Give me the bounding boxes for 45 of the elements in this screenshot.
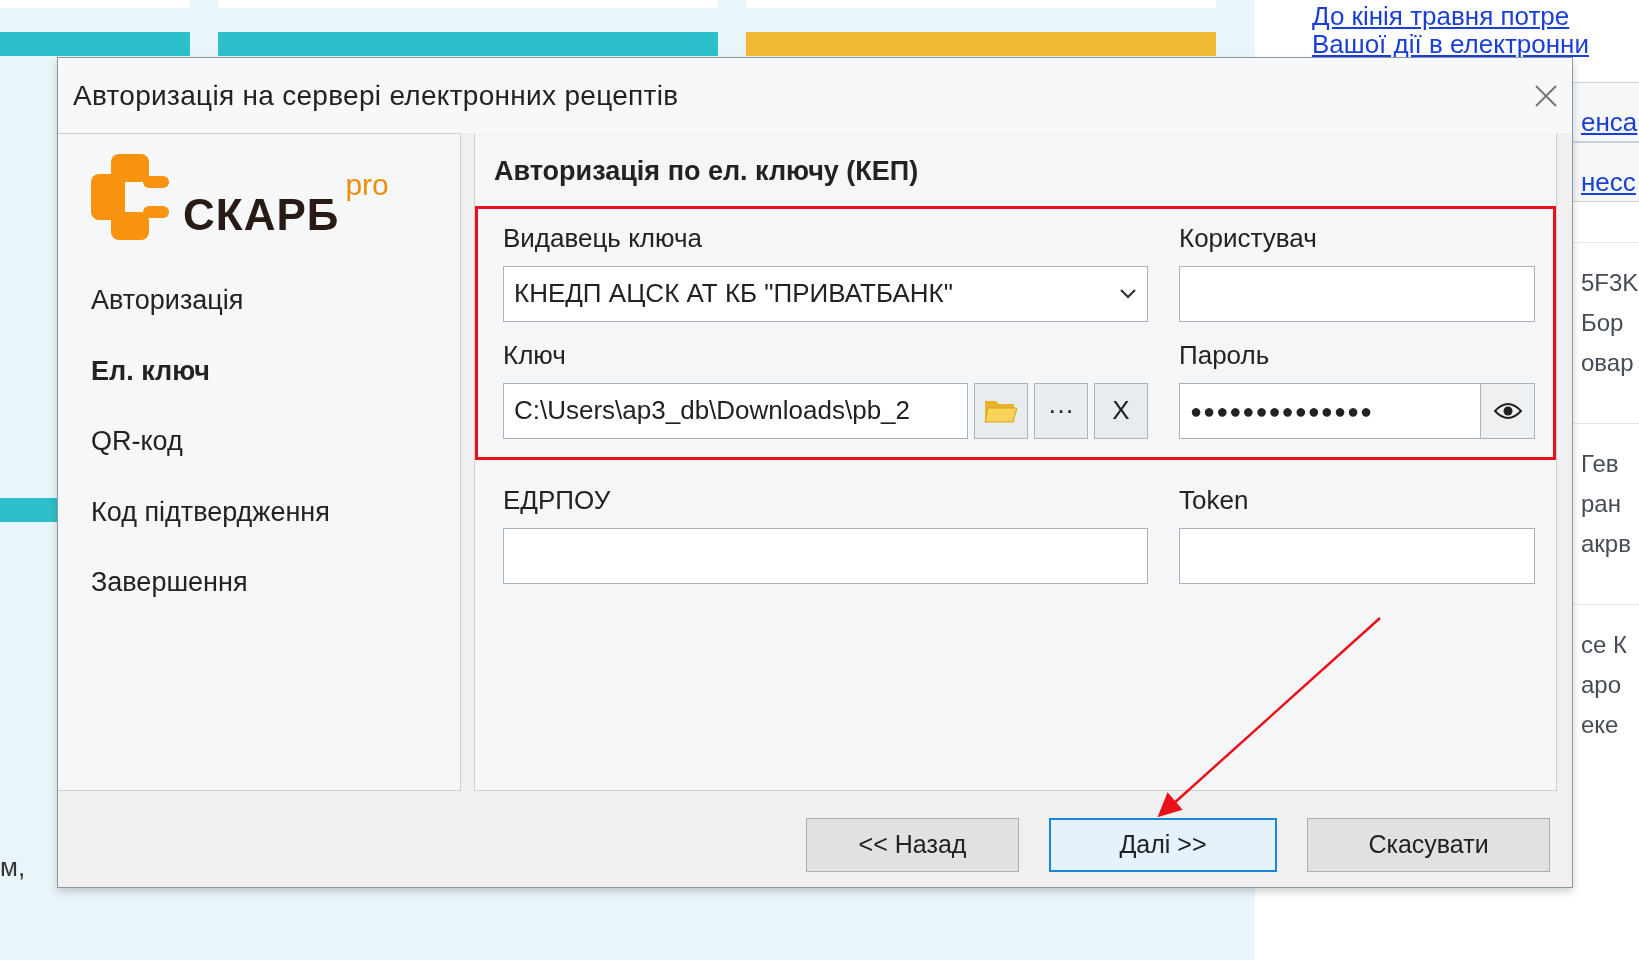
background-text: аро: [1581, 670, 1623, 700]
close-icon[interactable]: [1534, 83, 1558, 108]
dialog-button[interactable]: << Назад: [806, 818, 1019, 872]
logo-text: СКАРБ: [183, 189, 340, 241]
open-folder-button[interactable]: [974, 382, 1028, 439]
chevron-down-icon: [1119, 287, 1137, 300]
dialog-button[interactable]: Скасувати: [1307, 818, 1550, 872]
input-field[interactable]: [1179, 527, 1535, 584]
window-title: Авторизація на сервері електронних рецептів: [73, 78, 679, 113]
input-field[interactable]: [503, 527, 1148, 584]
background-text: ран: [1581, 489, 1622, 519]
browse-button[interactable]: ···: [1034, 382, 1088, 439]
step-item[interactable]: Завершення: [91, 562, 460, 603]
password-field[interactable]: ●●●●●●●●●●●●●●: [1179, 382, 1481, 439]
step-item[interactable]: Ел. ключ: [91, 350, 460, 391]
step-item[interactable]: Авторизація: [91, 280, 460, 321]
field-label: Користувач: [1179, 221, 1318, 255]
next-button[interactable]: Далі >>: [1049, 818, 1277, 872]
field-label: Token: [1179, 483, 1250, 517]
field-label: Ключ: [503, 338, 567, 372]
background-text: Гев: [1581, 449, 1620, 479]
background-text: 5F3K: [1581, 268, 1639, 298]
background-text: се К: [1581, 630, 1628, 660]
step-item[interactable]: QR-код: [91, 421, 460, 462]
key-path-field[interactable]: C:\Users\ap3_db\Downloads\pb_2: [503, 382, 968, 439]
link[interactable]: До кінія травня потре: [1255, 2, 1639, 30]
logo-suffix: pro: [345, 167, 389, 203]
field-label: Видавець ключа: [503, 221, 703, 255]
eye-icon: [1493, 400, 1522, 421]
field-label: Пароль: [1179, 338, 1271, 372]
clear-button[interactable]: X: [1094, 382, 1148, 439]
background-text: овар: [1581, 348, 1635, 378]
show-password-button[interactable]: [1481, 382, 1535, 439]
background-text: Бор: [1581, 308, 1625, 338]
background-text: м,: [0, 851, 26, 884]
background-text: акрв: [1581, 529, 1632, 559]
background-bar: [0, 498, 57, 522]
step-item[interactable]: Код підтвердження: [91, 491, 460, 532]
background-text: еке: [1581, 710, 1620, 740]
issuer-dropdown[interactable]: КНЕДП АЦСК АТ КБ "ПРИВАТБАНК": [503, 265, 1148, 322]
input-field[interactable]: [1179, 265, 1535, 322]
section-heading: Авторизація по ел. ключу (КЕП): [494, 155, 920, 188]
logo-icon: [91, 154, 169, 240]
field-label: ЕДРПОУ: [503, 483, 612, 517]
link[interactable]: Вашої дії в електронни: [1255, 30, 1639, 58]
